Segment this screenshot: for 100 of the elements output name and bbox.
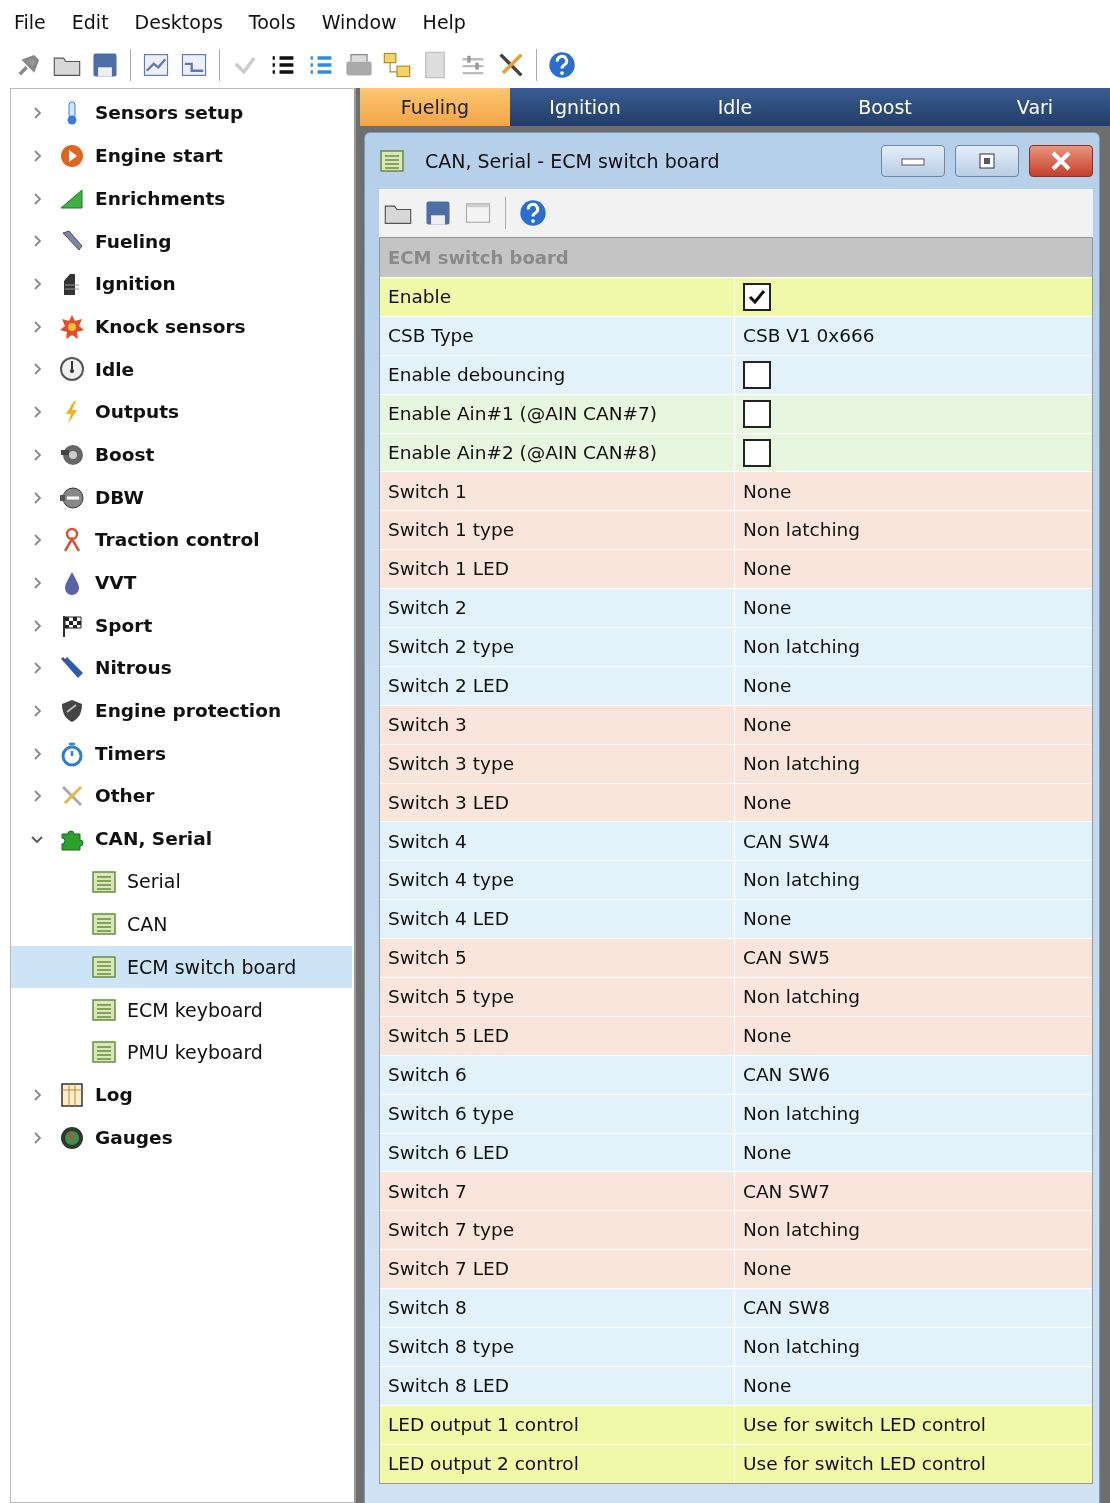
property-value[interactable]: Use for switch LED control xyxy=(743,1449,986,1478)
folders-icon[interactable] xyxy=(382,50,412,80)
tree-item[interactable]: VVT xyxy=(95,569,137,597)
property-label: Switch 1 xyxy=(388,479,467,504)
checkbox[interactable] xyxy=(743,360,771,389)
property-value[interactable]: None xyxy=(743,671,792,700)
property-label: Enable xyxy=(388,285,451,310)
property-label: Switch 2 LED xyxy=(388,673,509,698)
property-value[interactable]: CAN SW8 xyxy=(743,1294,831,1322)
tree-item[interactable]: ECM switch board xyxy=(11,945,352,989)
menu-item[interactable]: Tools xyxy=(248,6,296,42)
property-value[interactable]: Non latching xyxy=(743,516,860,545)
property-value[interactable]: None xyxy=(743,905,792,934)
property-value[interactable]: CAN SW6 xyxy=(743,1060,831,1089)
property-value[interactable]: CAN SW4 xyxy=(743,827,831,856)
property-value[interactable]: CAN SW7 xyxy=(743,1177,831,1206)
tree-item[interactable]: DBW xyxy=(95,483,144,512)
property-value[interactable]: None xyxy=(743,1138,792,1167)
tree-item[interactable]: Other xyxy=(95,782,155,811)
help-icon[interactable] xyxy=(518,198,548,228)
tab[interactable]: Idle xyxy=(660,88,810,126)
list-icon xyxy=(91,954,117,981)
property-value[interactable]: None xyxy=(743,555,792,584)
property-value[interactable]: None xyxy=(743,1255,792,1284)
save-icon[interactable] xyxy=(90,50,120,80)
property-value[interactable]: Non latching xyxy=(743,749,860,778)
close-button[interactable] xyxy=(1029,145,1093,177)
property-value[interactable]: CAN SW5 xyxy=(743,944,831,972)
property-label: Enable Ain#2 (@AIN CAN#8) xyxy=(388,440,658,465)
property-value[interactable]: None xyxy=(743,477,792,506)
tree-item[interactable]: Sensors setup xyxy=(95,99,244,128)
property-value[interactable]: Non latching xyxy=(743,633,860,661)
property-label: CSB Type xyxy=(388,323,474,348)
minimize-icon xyxy=(901,156,925,166)
tree-item[interactable]: Fueling xyxy=(95,227,172,256)
property-value[interactable]: Non latching xyxy=(743,983,860,1011)
tree-item[interactable]: Engine protection xyxy=(95,697,282,725)
tree-item[interactable]: CAN xyxy=(11,903,352,946)
tab[interactable]: Vari xyxy=(960,88,1110,126)
tree-item[interactable]: Timers xyxy=(95,739,166,768)
property-value[interactable]: None xyxy=(743,1022,792,1050)
tree-item[interactable]: CAN, Serial xyxy=(95,825,212,853)
property-value[interactable]: None xyxy=(743,594,792,622)
tree-item[interactable]: Enrichments xyxy=(95,184,226,213)
property-value[interactable]: Non latching xyxy=(743,1216,860,1245)
tree-item[interactable]: ECM keyboard xyxy=(11,988,352,1032)
tree-item[interactable]: Nitrous xyxy=(95,654,172,683)
tree-item[interactable]: Boost xyxy=(95,440,155,469)
tree-item[interactable]: Outputs xyxy=(95,398,179,427)
property-value[interactable]: Use for switch LED control xyxy=(743,1410,986,1439)
tree-item[interactable]: Engine start xyxy=(95,142,223,170)
save-icon[interactable] xyxy=(423,198,453,228)
tab[interactable]: Boost xyxy=(810,88,960,126)
checkbox[interactable] xyxy=(743,438,771,467)
property-label: Switch 8 type xyxy=(388,1335,515,1360)
property-value[interactable]: None xyxy=(743,1372,792,1400)
play-icon xyxy=(59,143,85,170)
property-value[interactable]: None xyxy=(743,788,792,817)
tree-item[interactable]: Knock sensors xyxy=(95,312,246,341)
tree-item[interactable]: Idle xyxy=(95,355,134,384)
tab[interactable]: Ignition xyxy=(510,88,660,126)
menu-item[interactable]: Desktops xyxy=(134,6,223,42)
property-value[interactable]: CSB V1 0x666 xyxy=(743,321,875,350)
property-label: Switch 4 type xyxy=(388,868,515,893)
list-icon xyxy=(91,1039,117,1066)
tree-item[interactable]: Traction control xyxy=(95,526,260,555)
minimize-button[interactable] xyxy=(881,145,945,177)
menu-item[interactable]: Edit xyxy=(71,6,109,42)
menu-item[interactable]: Help xyxy=(422,6,466,42)
maximize-button[interactable] xyxy=(955,145,1019,177)
menu-item[interactable]: Window xyxy=(321,6,397,42)
property-value[interactable]: Non latching xyxy=(743,1099,860,1128)
close-icon xyxy=(1050,151,1072,171)
menu-item[interactable]: File xyxy=(14,6,46,42)
property-label: Enable Ain#1 (@AIN CAN#7) xyxy=(388,401,658,426)
tab[interactable]: Fueling xyxy=(360,88,510,126)
tree-item[interactable]: Sport xyxy=(95,611,153,640)
property-label: LED output 1 control xyxy=(388,1412,579,1437)
tree-item[interactable]: Serial xyxy=(11,860,352,904)
tree-item[interactable]: Log xyxy=(95,1081,133,1110)
property-label: Switch 3 xyxy=(388,712,467,737)
tree-item[interactable]: PMU keyboard xyxy=(11,1031,352,1074)
property-value[interactable]: Non latching xyxy=(743,866,860,895)
property-label: Switch 7 type xyxy=(388,1218,515,1243)
property-label: Switch 4 LED xyxy=(388,907,509,932)
property-label: Switch 7 LED xyxy=(388,1257,509,1282)
property-label: Switch 4 xyxy=(388,829,467,854)
property-value[interactable]: None xyxy=(743,710,792,739)
list-icon xyxy=(379,148,405,174)
help-icon[interactable] xyxy=(547,50,577,80)
property-value[interactable]: Non latching xyxy=(743,1333,860,1361)
property-label: LED output 2 control xyxy=(388,1451,579,1476)
property-label: Switch 5 LED xyxy=(388,1024,509,1048)
tree-item[interactable]: Ignition xyxy=(95,270,176,298)
tree-item[interactable]: Gauges xyxy=(95,1123,173,1152)
property-label: Switch 1 LED xyxy=(388,557,509,582)
maximize-icon xyxy=(978,152,996,170)
checkbox[interactable] xyxy=(743,282,771,311)
checkbox[interactable] xyxy=(743,399,771,428)
dial-icon xyxy=(59,1124,85,1151)
